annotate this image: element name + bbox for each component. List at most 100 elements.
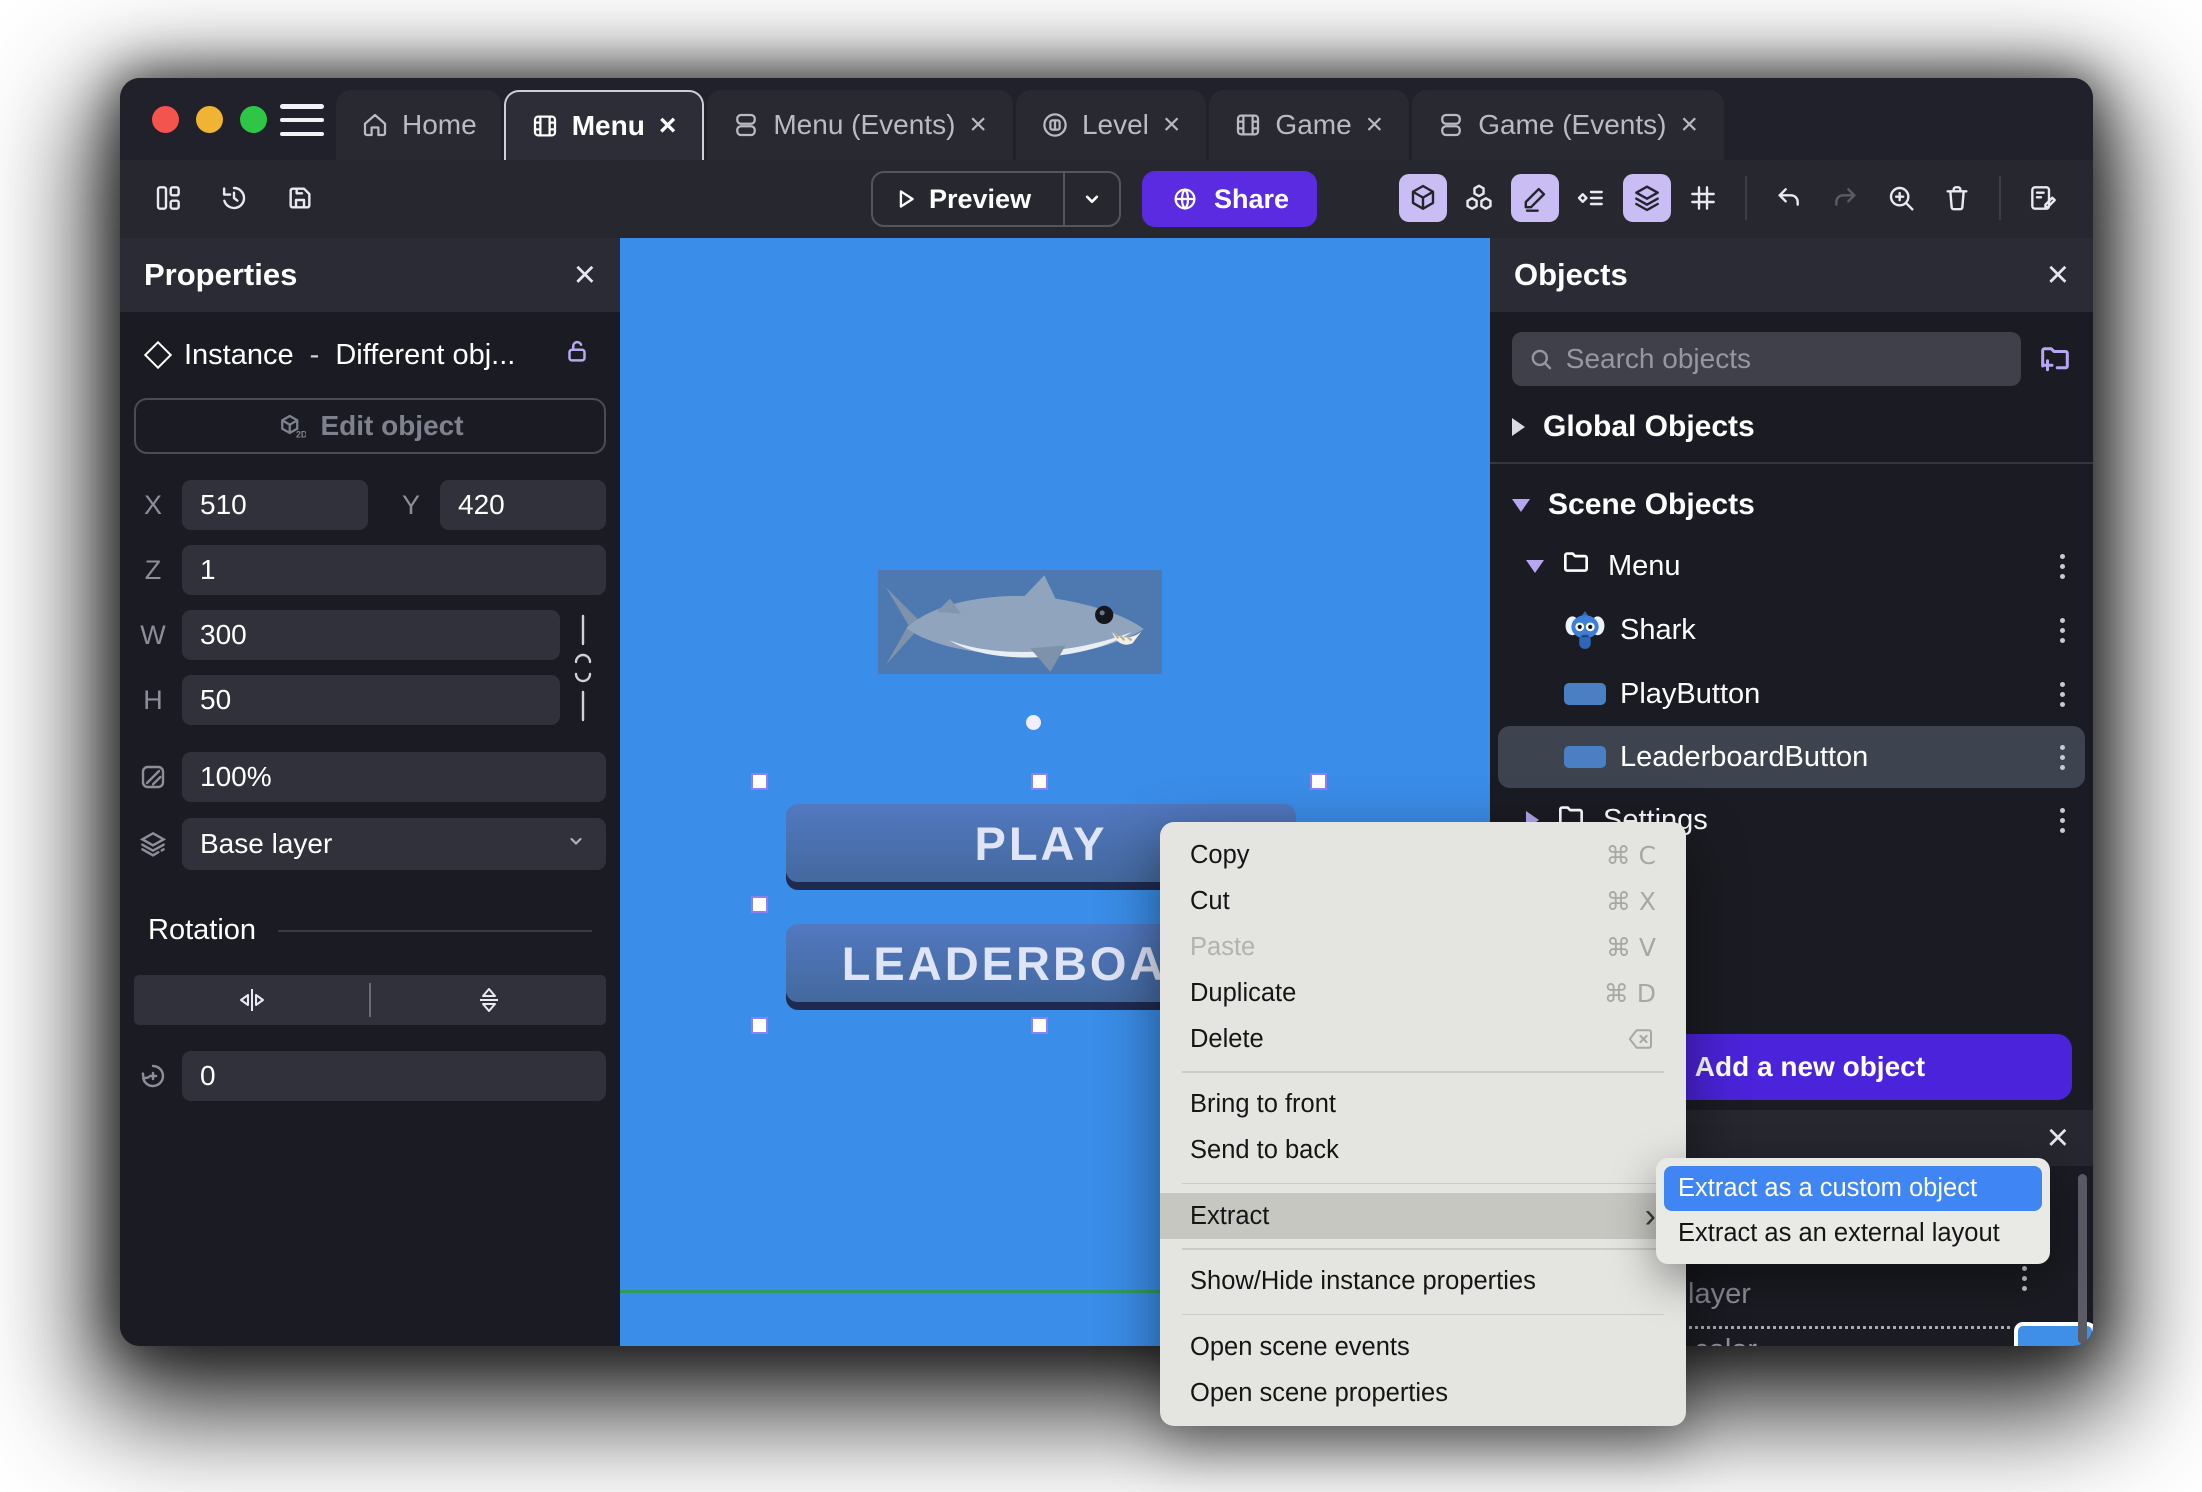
rotation-section-title: Rotation — [148, 914, 257, 946]
scrollbar-thumb[interactable] — [2078, 1174, 2087, 1344]
panels-layout-button[interactable] — [144, 174, 192, 222]
tab-menu-events[interactable]: Menu (Events) × — [707, 90, 1013, 160]
tree-item-menu-folder[interactable]: Menu — [1490, 534, 2093, 598]
layers-button[interactable] — [1623, 174, 1671, 222]
menu-item-copy[interactable]: Copy ⌘ C — [1160, 832, 1686, 878]
edit-mode-button[interactable] — [1511, 174, 1559, 222]
search-objects-box[interactable] — [1512, 332, 2021, 386]
save-button[interactable] — [276, 174, 324, 222]
maximize-window-button[interactable] — [240, 106, 267, 133]
selection-handle-top-left[interactable] — [751, 773, 768, 790]
tab-game[interactable]: Game × — [1209, 90, 1410, 160]
close-icon[interactable]: × — [2047, 1119, 2069, 1157]
opacity-input[interactable] — [182, 752, 606, 802]
kebab-menu-icon[interactable] — [2016, 1260, 2033, 1297]
search-icon — [1531, 349, 1552, 370]
tab-close-icon[interactable]: × — [657, 111, 679, 141]
selection-handle-top-center[interactable] — [1031, 773, 1048, 790]
tree-item-shark[interactable]: Shark — [1490, 598, 2093, 662]
width-input[interactable] — [182, 610, 560, 660]
tab-level[interactable]: Level × — [1015, 90, 1207, 160]
group-label: Global Objects — [1543, 410, 1755, 443]
submenu-item-extract-custom-object[interactable]: Extract as a custom object — [1664, 1166, 2042, 1211]
shark-sprite[interactable] — [878, 570, 1162, 674]
extract-submenu: Extract as a custom object Extract as an… — [1656, 1158, 2050, 1264]
menu-item-send-to-back[interactable]: Send to back — [1160, 1128, 1686, 1174]
selection-rotate-handle[interactable] — [1026, 715, 1041, 730]
menu-item-open-scene-properties[interactable]: Open scene properties — [1160, 1370, 1686, 1416]
tab-home[interactable]: Home — [336, 90, 501, 160]
kebab-menu-icon[interactable] — [2054, 739, 2071, 776]
z-label: Z — [144, 554, 162, 585]
layers-icon — [134, 828, 172, 860]
tree-item-play-button[interactable]: PlayButton — [1490, 662, 2093, 726]
global-objects-group[interactable]: Global Objects — [1490, 398, 2093, 456]
rotation-input[interactable] — [182, 1051, 606, 1101]
tab-close-icon[interactable]: × — [1161, 110, 1183, 140]
preview-options-chevron-down-icon[interactable] — [1065, 186, 1119, 212]
instance-header-row: Instance - Different obj... — [134, 336, 606, 374]
layer-select[interactable]: Base layer — [182, 818, 606, 870]
close-window-button[interactable] — [152, 106, 179, 133]
zoom-in-button[interactable] — [1877, 174, 1925, 222]
minimize-window-button[interactable] — [196, 106, 223, 133]
menu-item-extract[interactable]: Extract › — [1160, 1193, 1686, 1239]
selection-handle-bottom-center[interactable] — [1031, 1017, 1048, 1034]
share-button[interactable]: Share — [1142, 171, 1318, 227]
main-menu-icon[interactable] — [280, 104, 324, 136]
selection-handle-top-right[interactable] — [1310, 773, 1327, 790]
search-objects-input[interactable] — [1565, 343, 2005, 375]
grid-button[interactable] — [1679, 174, 1727, 222]
selection-handle-bottom-left[interactable] — [751, 1017, 768, 1034]
y-input[interactable] — [440, 480, 606, 530]
chevron-right-icon — [1512, 418, 1525, 436]
height-input[interactable] — [182, 675, 560, 725]
menu-item-delete[interactable]: Delete — [1160, 1016, 1686, 1062]
kebab-menu-icon[interactable] — [2054, 612, 2071, 649]
tab-close-icon[interactable]: × — [1364, 110, 1386, 140]
object-mode-button[interactable] — [1399, 174, 1447, 222]
tab-game-events[interactable]: Game (Events) × — [1412, 90, 1725, 160]
events-sheet-icon — [1441, 113, 1462, 137]
preview-label: Preview — [929, 183, 1032, 214]
object-2d-icon: 2D — [281, 414, 306, 439]
history-button[interactable] — [210, 174, 258, 222]
menu-item-bring-to-front[interactable]: Bring to front — [1160, 1082, 1686, 1128]
submenu-item-extract-external-layout[interactable]: Extract as an external layout — [1664, 1211, 2042, 1256]
delete-button[interactable] — [1933, 174, 1981, 222]
x-input[interactable] — [182, 480, 368, 530]
kebab-menu-icon[interactable] — [2054, 676, 2071, 713]
tree-item-leaderboard-button[interactable]: LeaderboardButton — [1498, 726, 2085, 788]
instance-properties-button[interactable] — [1567, 174, 1615, 222]
z-input[interactable] — [182, 545, 606, 595]
flip-horizontal-button[interactable] — [134, 983, 369, 1017]
lock-aspect-ratio-toggle[interactable] — [560, 610, 606, 726]
tab-close-icon[interactable]: × — [967, 110, 989, 140]
selection-handle-middle-left[interactable] — [751, 896, 768, 913]
kebab-menu-icon[interactable] — [2054, 802, 2071, 839]
chevron-down-icon — [1526, 559, 1544, 573]
menu-item-paste[interactable]: Paste ⌘ V — [1160, 924, 1686, 970]
edit-scene-properties-button[interactable] — [2019, 174, 2067, 222]
shark-thumbnail — [1565, 611, 1605, 649]
menu-item-show-hide-instance-properties[interactable]: Show/Hide instance properties — [1160, 1259, 1686, 1305]
redo-button[interactable] — [1821, 174, 1869, 222]
edit-object-button[interactable]: 2D Edit object — [134, 398, 606, 454]
undo-button[interactable] — [1765, 174, 1813, 222]
tab-close-icon[interactable]: × — [1678, 110, 1700, 140]
scene-objects-group[interactable]: Scene Objects — [1490, 476, 2093, 534]
menu-item-duplicate[interactable]: Duplicate ⌘ D — [1160, 970, 1686, 1016]
menu-item-cut[interactable]: Cut ⌘ X — [1160, 878, 1686, 924]
flip-vertical-button[interactable] — [371, 983, 606, 1017]
unlock-icon[interactable] — [562, 336, 592, 374]
close-icon[interactable]: × — [574, 256, 596, 294]
kebab-menu-icon[interactable] — [2054, 548, 2071, 585]
x-label: X — [143, 489, 162, 520]
close-icon[interactable]: × — [2047, 256, 2069, 294]
add-folder-icon[interactable] — [2037, 339, 2073, 380]
menu-item-open-scene-events[interactable]: Open scene events — [1160, 1324, 1686, 1370]
tab-menu[interactable]: Menu × — [503, 90, 705, 160]
titlebar: Home Menu × Menu (Events) × Level × Game… — [120, 78, 2093, 160]
preview-button[interactable]: Preview — [871, 171, 1121, 227]
instances-mode-button[interactable] — [1455, 174, 1503, 222]
